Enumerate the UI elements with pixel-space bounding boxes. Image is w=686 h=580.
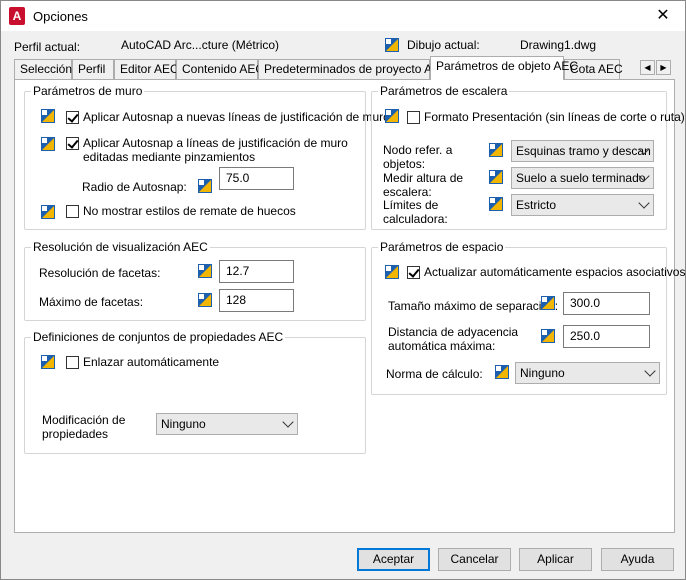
profile-value: AutoCAD Arc...cture (Métrico) — [121, 38, 280, 52]
calculator-limits-select[interactable]: Estricto — [511, 194, 654, 216]
facet-resolution-label: Resolución de facetas: — [39, 266, 161, 280]
node-ref-label-1: Nodo refer. a — [383, 143, 453, 157]
chevron-down-icon — [638, 197, 650, 209]
autosnap-radius-input[interactable]: 75.0 — [219, 167, 294, 190]
tab-predeterminados[interactable]: Predeterminados de proyecto AEC — [258, 59, 449, 79]
auto-update-spaces-label: Actualizar automáticamente espacios asoc… — [424, 265, 686, 279]
autosnap-new-checkbox[interactable] — [66, 111, 79, 124]
modify-properties-select[interactable]: Ninguno — [156, 413, 298, 435]
autosnap-radius-label: Radio de Autosnap: — [82, 180, 187, 194]
stair-group: Parámetros de escalera Formato Presentac… — [371, 84, 685, 230]
drawing-label: Dibujo actual: — [407, 38, 480, 52]
close-icon[interactable]: ✕ — [641, 1, 685, 31]
drawing-icon — [541, 296, 555, 310]
measure-height-label-2: escalera: — [383, 185, 432, 199]
max-separation-input[interactable]: 300.0 — [563, 292, 650, 315]
measure-height-value: Suelo a suelo terminado — [516, 171, 646, 185]
autocad-app-icon: A — [9, 7, 25, 25]
options-dialog: A Opciones ✕ Perfil actual: AutoCAD Arc.… — [0, 0, 686, 580]
calculator-limits-label-2: calculadora: — [383, 212, 448, 226]
calculator-limits-value: Estricto — [516, 198, 557, 212]
autosnap-edit-label-2: editadas mediante pinzamientos — [83, 150, 256, 164]
calc-standard-value: Ninguno — [520, 366, 565, 380]
drawing-icon — [385, 38, 399, 52]
node-ref-select[interactable]: Esquinas tramo y descan — [511, 140, 654, 162]
drawing-value: Drawing1.dwg — [520, 38, 597, 52]
adjacency-distance-input[interactable]: 250.0 — [563, 325, 650, 348]
title-bar: A Opciones ✕ — [1, 1, 685, 31]
tab-prev-icon[interactable]: ◀ — [640, 60, 655, 75]
calculator-limits-label-1: Límites de — [383, 198, 439, 212]
autosnap-edit-checkbox[interactable] — [66, 137, 79, 150]
accept-button[interactable]: Aceptar — [357, 548, 430, 571]
autosnap-edit-label-1: Aplicar Autosnap a líneas de justificaci… — [83, 136, 348, 150]
wall-group: Parámetros de muro Aplicar Autosnap a nu… — [24, 84, 390, 230]
apply-button[interactable]: Aplicar — [519, 548, 592, 571]
max-facets-input[interactable]: 128 — [219, 289, 294, 312]
drawing-icon — [41, 109, 55, 123]
drawing-icon — [198, 179, 212, 193]
adjacency-distance-label-1: Distancia de adyacencia — [388, 325, 519, 339]
autosnap-new-label: Aplicar Autosnap a nuevas líneas de just… — [83, 110, 390, 124]
modify-properties-label-2: propiedades — [42, 427, 109, 441]
stair-legend: Parámetros de escalera — [378, 84, 510, 98]
tab-perfil[interactable]: Perfil — [72, 59, 114, 79]
tab-contenido-aec[interactable]: Contenido AEC — [176, 59, 264, 79]
max-separation-label: Tamaño máximo de separación: — [388, 299, 559, 313]
drawing-icon — [541, 329, 555, 343]
max-facets-label: Máximo de facetas: — [39, 295, 144, 309]
measure-height-select[interactable]: Suelo a suelo terminado — [511, 167, 654, 189]
presentation-format-checkbox[interactable] — [407, 111, 420, 124]
drawing-icon — [41, 205, 55, 219]
modify-properties-label-1: Modificación de — [42, 413, 126, 427]
drawing-icon — [489, 143, 503, 157]
dialog-title: Opciones — [33, 9, 88, 24]
wall-legend: Parámetros de muro — [31, 84, 145, 98]
drawing-icon — [385, 265, 399, 279]
drawing-icon — [489, 170, 503, 184]
tab-next-icon[interactable]: ▶ — [656, 60, 671, 75]
calc-standard-label: Norma de cálculo: — [386, 367, 483, 381]
cancel-button[interactable]: Cancelar — [438, 548, 511, 571]
drawing-icon — [495, 365, 509, 379]
drawing-icon — [385, 109, 399, 123]
drawing-icon — [489, 197, 503, 211]
no-endcap-checkbox[interactable] — [66, 205, 79, 218]
drawing-icon — [198, 264, 212, 278]
presentation-format-label: Formato Presentación (sin líneas de cort… — [424, 110, 685, 124]
propsets-group: Definiciones de conjuntos de propiedades… — [24, 330, 366, 454]
tab-editor-aec[interactable]: Editor AEC — [114, 59, 179, 79]
help-button[interactable]: Ayuda — [601, 548, 674, 571]
tab-seleccion[interactable]: Selección — [14, 59, 72, 79]
resolution-group: Resolución de visualización AEC Resoluci… — [24, 240, 366, 321]
drawing-icon — [41, 137, 55, 151]
tab-parametros-objeto[interactable]: Parámetros de objeto AEC — [430, 56, 578, 80]
resolution-legend: Resolución de visualización AEC — [31, 240, 210, 254]
node-ref-value: Esquinas tramo y descan — [516, 144, 651, 158]
chevron-down-icon — [644, 365, 656, 377]
profile-label: Perfil actual: — [14, 40, 81, 54]
propsets-legend: Definiciones de conjuntos de propiedades… — [31, 330, 286, 344]
modify-properties-value: Ninguno — [161, 417, 206, 431]
auto-update-spaces-checkbox[interactable] — [407, 266, 420, 279]
calc-standard-select[interactable]: Ninguno — [515, 362, 660, 384]
facet-resolution-input[interactable]: 12.7 — [219, 260, 294, 283]
space-legend: Parámetros de espacio — [378, 240, 506, 254]
drawing-icon — [198, 293, 212, 307]
drawing-icon — [41, 355, 55, 369]
chevron-down-icon — [282, 416, 294, 428]
tab-panel: Parámetros de muro Aplicar Autosnap a nu… — [14, 79, 685, 533]
auto-link-label: Enlazar automáticamente — [83, 355, 220, 369]
no-endcap-label: No mostrar estilos de remate de huecos — [83, 204, 296, 218]
measure-height-label-1: Medir altura de — [383, 171, 464, 185]
auto-link-checkbox[interactable] — [66, 356, 79, 369]
space-group: Parámetros de espacio Actualizar automát… — [371, 240, 685, 395]
node-ref-label-2: objetos: — [383, 157, 426, 171]
adjacency-distance-label-2: automática máxima: — [388, 339, 496, 353]
